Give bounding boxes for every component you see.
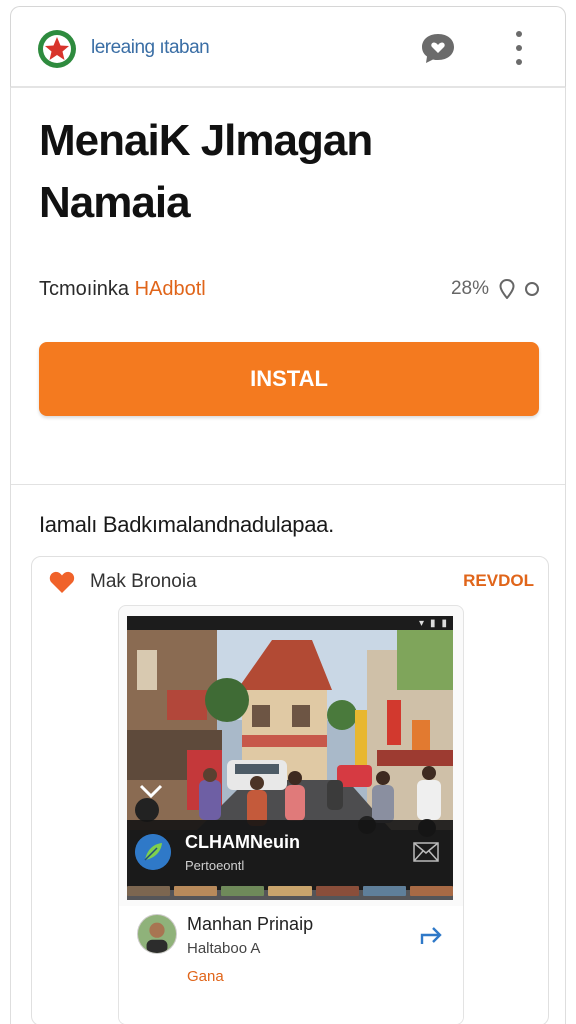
app-detail-panel: MenaiK Jlmagan Namaia Tcmoıinka HAdbotl … — [10, 88, 566, 1024]
app-title: lereaing ıtaban — [91, 37, 210, 58]
thumbnail[interactable] — [315, 886, 359, 896]
share-icon[interactable] — [419, 924, 445, 946]
circle-icon — [525, 282, 539, 296]
meta-label: Tcmoıinka — [39, 278, 130, 300]
chat-heart-icon[interactable] — [419, 29, 457, 67]
section-description: Iamalı Badkımalandnadulapaa. — [39, 512, 334, 537]
page-title: MenaiK Jlmagan Namaia — [39, 116, 373, 227]
thumbnail[interactable] — [268, 886, 312, 896]
developer-link[interactable]: HAdbotl — [135, 278, 206, 300]
star-badge-icon[interactable] — [37, 29, 77, 69]
install-button[interactable]: INSTAL — [39, 342, 539, 416]
heart-icon[interactable] — [48, 569, 76, 595]
thumbnail[interactable] — [127, 886, 171, 896]
divider — [11, 484, 565, 485]
phone-status-bar: ▾ ▮ ▮ — [127, 616, 453, 630]
rating-meta: 28% — [451, 278, 539, 300]
overlay-subtitle: Pertoeontl — [185, 858, 245, 873]
more-options-button[interactable] — [507, 27, 531, 69]
location-pin-icon — [499, 279, 515, 299]
thumbnail[interactable] — [362, 886, 406, 896]
mail-icon[interactable] — [413, 842, 439, 862]
thumbnail[interactable] — [174, 886, 218, 896]
chevron-down-icon[interactable] — [139, 782, 163, 800]
video-info-overlay: CLHAMNeuin Pertoeontl — [127, 820, 453, 890]
profile-row[interactable]: Manhan Prinaip Haltaboo A Gana — [119, 906, 463, 1024]
avatar — [137, 914, 177, 954]
profile-link[interactable]: Gana — [187, 968, 224, 985]
content-card: Mak Bronoia REVDOL ▾ ▮ ▮ CLHAMNeuin Pert… — [31, 556, 549, 1024]
top-app-bar: lereaing ıtaban — [10, 6, 566, 88]
profile-name: Manhan Prinaip — [187, 914, 314, 934]
overlay-title: CLHAMNeuin — [185, 832, 300, 852]
developer-meta: Tcmoıinka HAdbotl — [39, 278, 206, 301]
screenshot-preview[interactable]: ▾ ▮ ▮ CLHAMNeuin Pertoeontl Manhan Prina… — [118, 605, 464, 1024]
leaf-app-icon — [135, 834, 171, 870]
more-vert-icon — [516, 31, 522, 37]
rating-percent: 28% — [450, 278, 489, 299]
profile-subtitle: Haltaboo A — [187, 940, 261, 957]
thumbnail[interactable] — [221, 886, 265, 896]
card-action-link[interactable]: REVDOL — [463, 571, 534, 591]
thumbnail-strip — [127, 886, 453, 896]
card-author: Mak Bronoia — [90, 571, 197, 592]
thumbnail[interactable] — [409, 886, 453, 896]
